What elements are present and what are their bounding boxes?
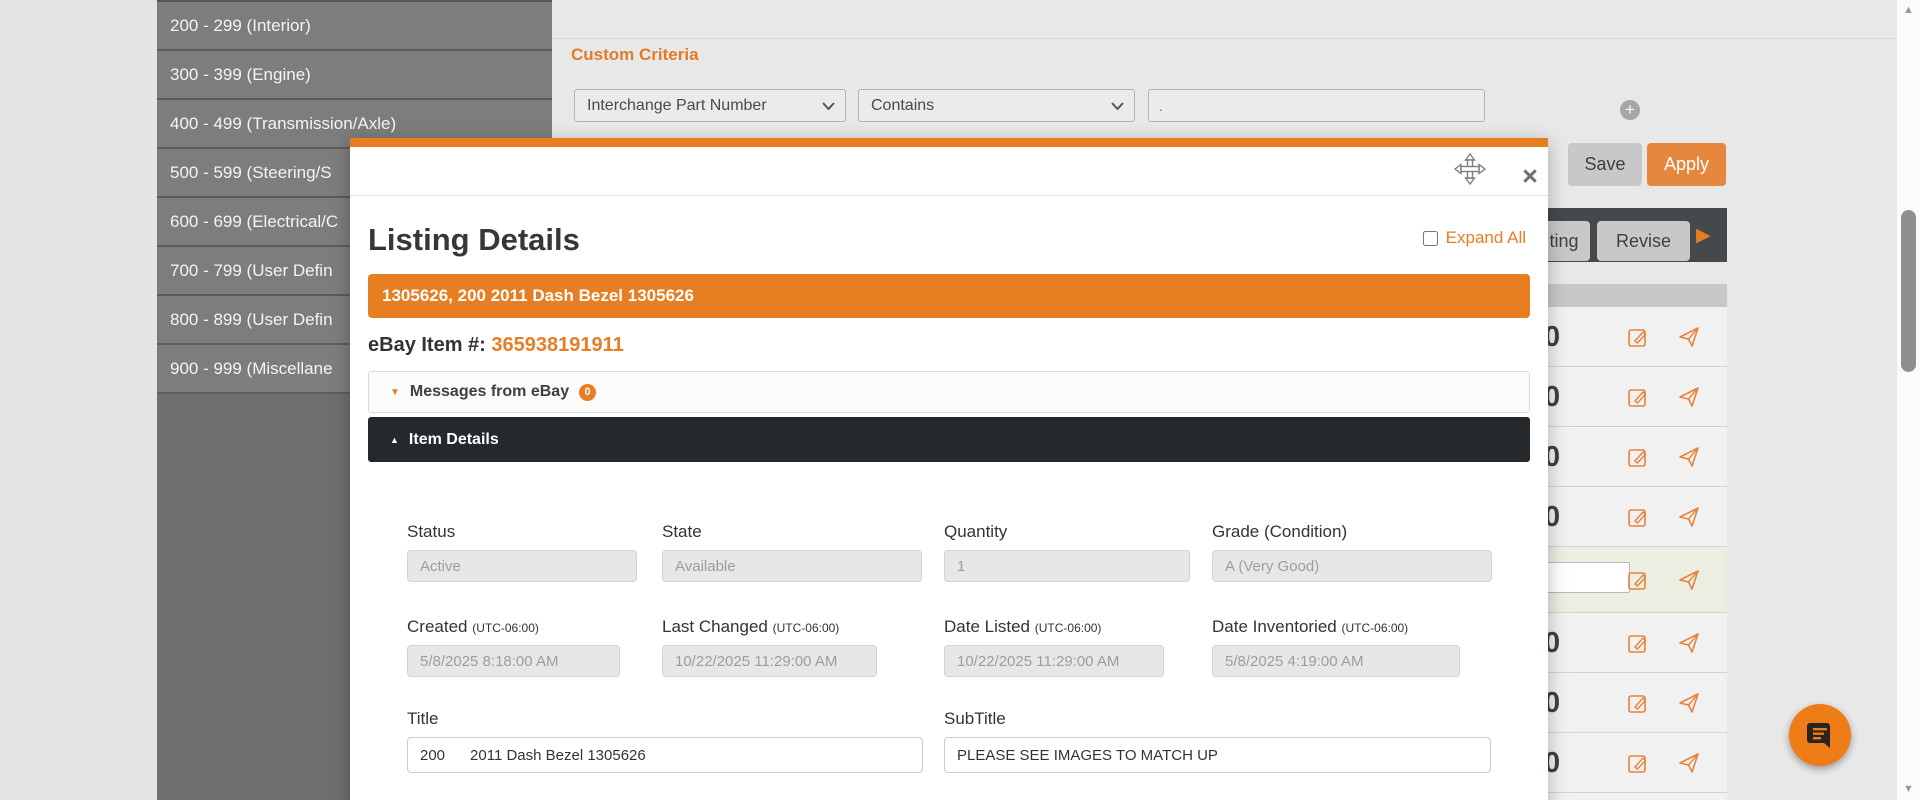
subtitle-field-group: SubTitle (944, 709, 1491, 773)
move-icon[interactable] (1454, 153, 1486, 185)
app-screen: 200 - 299 (Interior) 300 - 399 (Engine) … (0, 0, 1920, 800)
item-details-accordion[interactable]: ▲ Item Details (368, 417, 1530, 462)
expand-all-checkbox[interactable] (1423, 231, 1438, 246)
listing-details-modal: × Listing Details Expand All 1305626, 20… (350, 138, 1548, 800)
scroll-up-icon[interactable]: ▲ (1897, 4, 1920, 16)
date-inventoried-field-group: Date Inventoried (UTC-06:00) (1212, 617, 1460, 677)
messages-accordion[interactable]: ▼ Messages from eBay 0 (368, 371, 1530, 413)
date-listed-timezone: (UTC-06:00) (1035, 621, 1102, 635)
date-inventoried-timezone: (UTC-06:00) (1341, 621, 1408, 635)
listing-banner-text: 1305626, 200 2011 Dash Bezel 1305626 (382, 286, 694, 306)
status-label: Status (407, 522, 637, 542)
custom-criteria-heading: Custom Criteria (571, 45, 699, 65)
messages-label: Messages from eBay (410, 383, 569, 401)
send-icon[interactable] (1678, 632, 1700, 654)
run-action-icon[interactable]: ▶ (1696, 224, 1711, 247)
criteria-value-input[interactable] (1148, 89, 1485, 122)
quantity-input (944, 550, 1190, 582)
page-title: Listing Details (368, 222, 580, 258)
state-field-group: State (662, 522, 922, 582)
last-changed-timezone: (UTC-06:00) (773, 621, 840, 635)
chat-launcher-button[interactable] (1789, 704, 1851, 766)
last-changed-label: Last Changed (662, 617, 768, 636)
edit-icon[interactable] (1627, 752, 1649, 774)
created-field-group: Created (UTC-06:00) (407, 617, 620, 677)
close-icon[interactable]: × (1517, 164, 1543, 190)
status-input (407, 550, 637, 582)
quantity-field-group: Quantity (944, 522, 1190, 582)
edit-icon[interactable] (1627, 446, 1649, 468)
scrollbar-thumb[interactable] (1901, 210, 1916, 372)
criteria-operator-value: Contains (871, 97, 934, 115)
page-scrollbar[interactable]: ▲ ▼ (1897, 0, 1920, 800)
criteria-field-select[interactable]: Interchange Part Number (574, 89, 846, 122)
send-icon[interactable] (1678, 692, 1700, 714)
date-listed-field-group: Date Listed (UTC-06:00) (944, 617, 1164, 677)
edit-icon[interactable] (1627, 632, 1649, 654)
chevron-down-icon (822, 102, 835, 110)
title-input[interactable] (407, 737, 923, 773)
send-icon[interactable] (1678, 446, 1700, 468)
save-button[interactable]: Save (1568, 143, 1642, 186)
collapse-triangle-icon: ▼ (390, 387, 400, 398)
state-label: State (662, 522, 922, 542)
chevron-down-icon (1111, 102, 1124, 110)
grade-input (1212, 550, 1492, 582)
send-icon[interactable] (1678, 752, 1700, 774)
revise-button[interactable]: Revise (1597, 221, 1690, 261)
ebay-item-label: eBay Item #: (368, 334, 486, 356)
add-criteria-icon[interactable]: + (1620, 100, 1640, 120)
state-input (662, 550, 922, 582)
date-listed-input (944, 645, 1164, 677)
grade-field-group: Grade (Condition) (1212, 522, 1492, 582)
quantity-label: Quantity (944, 522, 1190, 542)
messages-count-badge: 0 (579, 384, 596, 401)
scroll-down-icon[interactable]: ▼ (1897, 783, 1920, 795)
expand-all-toggle[interactable]: Expand All (1423, 228, 1526, 248)
expand-all-label: Expand All (1446, 228, 1526, 248)
status-field-group: Status (407, 522, 637, 582)
send-icon[interactable] (1678, 506, 1700, 528)
created-label: Created (407, 617, 467, 636)
apply-button[interactable]: Apply (1647, 143, 1726, 186)
grade-label: Grade (Condition) (1212, 522, 1492, 542)
subtitle-label: SubTitle (944, 709, 1491, 729)
criteria-operator-select[interactable]: Contains (858, 89, 1135, 122)
send-icon[interactable] (1678, 569, 1700, 591)
send-icon[interactable] (1678, 326, 1700, 348)
modal-header: × (350, 147, 1548, 196)
send-icon[interactable] (1678, 386, 1700, 408)
edit-icon[interactable] (1627, 326, 1649, 348)
item-details-label: Item Details (409, 431, 499, 449)
listing-banner: 1305626, 200 2011 Dash Bezel 1305626 (368, 274, 1530, 318)
sidebar-item-interior[interactable]: 200 - 299 (Interior) (157, 2, 552, 51)
last-changed-field-group: Last Changed (UTC-06:00) (662, 617, 877, 677)
panel-divider (552, 38, 1897, 39)
sidebar-item-engine[interactable]: 300 - 399 (Engine) (157, 51, 552, 100)
date-listed-label: Date Listed (944, 617, 1030, 636)
left-gutter (0, 0, 157, 800)
ebay-item-number-link[interactable]: 365938191911 (491, 334, 623, 356)
created-input (407, 645, 620, 677)
date-inventoried-label: Date Inventoried (1212, 617, 1337, 636)
subtitle-input[interactable] (944, 737, 1491, 773)
date-inventoried-input (1212, 645, 1460, 677)
ebay-item-line: eBay Item #: 365938191911 (368, 334, 1530, 357)
title-label: Title (407, 709, 923, 729)
modal-title-row: Listing Details Expand All (350, 196, 1548, 274)
last-changed-input (662, 645, 877, 677)
edit-icon[interactable] (1627, 386, 1649, 408)
criteria-field-value: Interchange Part Number (587, 97, 767, 115)
title-field-group: Title (407, 709, 923, 773)
edit-icon[interactable] (1627, 569, 1649, 591)
edit-icon[interactable] (1627, 692, 1649, 714)
chat-bubble-icon (1804, 719, 1836, 751)
modal-accent-bar (350, 138, 1548, 147)
collapse-triangle-icon: ▲ (390, 435, 399, 445)
edit-icon[interactable] (1627, 506, 1649, 528)
created-timezone: (UTC-06:00) (472, 621, 539, 635)
